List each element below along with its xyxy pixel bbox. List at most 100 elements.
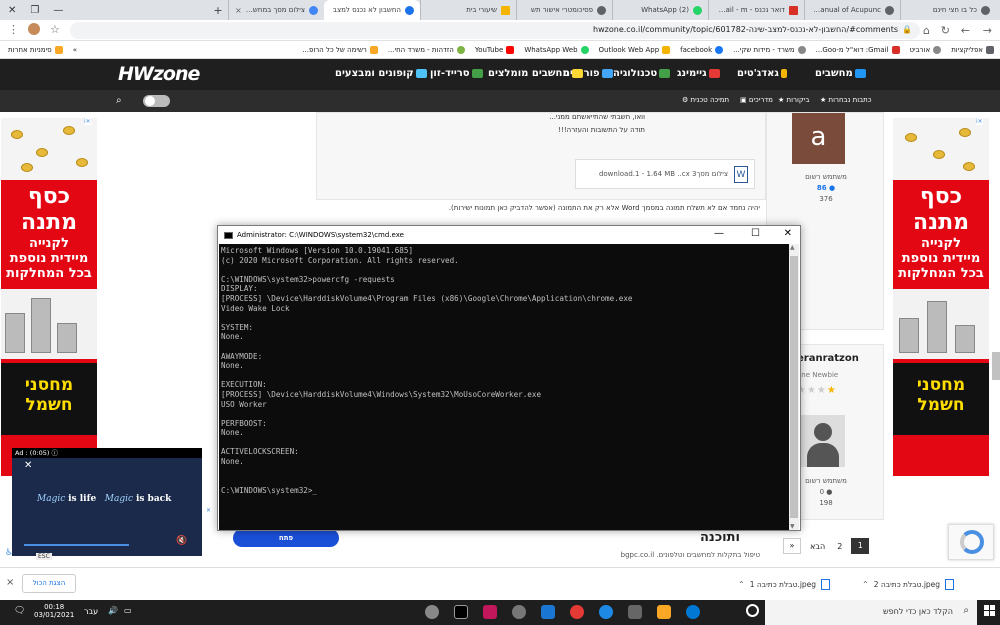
notifications-icon[interactable]: 🗨 — [14, 606, 25, 616]
accessibility-icon[interactable]: ♿ — [5, 548, 13, 558]
bookmark-2[interactable]: Gmail: דוא"ל מ-Goo... — [816, 45, 900, 54]
cmd-maximize-icon[interactable]: ☐ — [751, 228, 760, 239]
tab-3[interactable]: (2) WhatsApp — [612, 0, 708, 20]
file-explorer-icon[interactable] — [657, 605, 671, 619]
author2-avatar[interactable] — [801, 415, 845, 467]
close-downloads-icon[interactable]: × — [6, 577, 14, 588]
last-page-button[interactable]: » — [783, 538, 801, 554]
other-bookmarks[interactable]: סימניות אחרות — [8, 45, 63, 54]
tab-2[interactable]: דואר נכנס - Gmail - m — [708, 0, 804, 20]
attachment[interactable]: צילום מסך3 download.1 - 1.64 MB ..cx W — [575, 159, 755, 189]
ad-choices-icon[interactable]: ✕ — [206, 507, 211, 514]
clock[interactable]: 00:18 03/01/2021 — [34, 603, 74, 619]
profile-avatar[interactable] — [28, 23, 40, 35]
nav-gaming[interactable]: גיימינג — [677, 68, 720, 79]
nav-recommended[interactable]: מחשבים מומלצים — [488, 68, 583, 79]
mute-icon[interactable]: 🔇 — [176, 536, 187, 546]
show-all-button[interactable]: הצגת הכול — [22, 574, 76, 593]
windows-start-icon[interactable] — [984, 605, 996, 617]
video-ad[interactable]: ✕ Magic is life Magic is back 🔇 — [12, 458, 202, 556]
bookmark-8[interactable]: הזדהות - משרד החי... — [388, 45, 465, 54]
scroll-down-icon[interactable]: ▼ — [790, 523, 795, 530]
search-icon[interactable]: ⌕ — [116, 95, 122, 106]
esc-key[interactable]: ESC — [36, 553, 52, 560]
close-window-icon[interactable]: ✕ — [8, 5, 16, 16]
nav2-reviews[interactable]: ★ ביקורות — [778, 96, 809, 104]
download-item-1[interactable]: ⌃ טבלת כתיבה 1.jpeg — [738, 572, 831, 597]
mail-icon[interactable] — [541, 605, 555, 619]
dark-mode-toggle[interactable] — [143, 95, 170, 107]
keyboard-language[interactable]: עבר — [84, 607, 98, 616]
nav2-support[interactable]: ⚙ תמיכה טכנית — [682, 96, 729, 104]
tab-0[interactable]: כל בו חצי חינם — [900, 0, 996, 20]
bookmark-4[interactable]: facebook — [680, 45, 724, 54]
tab-7[interactable]: צילום מסך במחשב - ...× — [228, 0, 324, 20]
ad-choices-icon[interactable]: i✕ — [976, 118, 983, 125]
volume-icon[interactable]: 🔊 — [108, 606, 118, 615]
bookmark-9[interactable]: רשימה של כל הרופ... — [302, 45, 378, 54]
nav-trade[interactable]: סרייד-זון — [430, 68, 483, 79]
new-tab-button[interactable]: + — [208, 0, 228, 20]
chrome-icon[interactable] — [570, 605, 584, 619]
app-icon[interactable] — [425, 605, 439, 619]
forward-icon[interactable]: ← — [961, 24, 970, 37]
open-button[interactable]: פתח — [233, 529, 339, 547]
bookmark-1[interactable]: אורביט — [910, 45, 942, 54]
nav2-selected[interactable]: ★ כתבות נבחרות — [820, 96, 871, 104]
ie-icon[interactable] — [599, 605, 613, 619]
tab-1[interactable]: A Manual of Acupunc — [804, 0, 900, 20]
cmd-titlebar[interactable]: Administrator: C:\WINDOWS\system32\cmd.e… — [218, 226, 800, 244]
recaptcha-badge[interactable] — [948, 524, 994, 560]
taskbar-search[interactable]: ⌕ הקלד כאן כדי לחפש — [765, 600, 977, 625]
page-1-button[interactable]: 1 — [851, 538, 870, 554]
minimize-icon[interactable]: — — [53, 5, 63, 16]
cmd-close-icon[interactable]: ✕ — [784, 228, 792, 239]
bookmark-star-icon[interactable]: ☆ — [50, 23, 60, 36]
cmd-console[interactable]: Microsoft Windows [Version 10.0.19041.68… — [219, 244, 790, 530]
reload-icon[interactable]: ↻ — [941, 24, 950, 37]
bookmark-6[interactable]: WhatsApp Web — [524, 45, 589, 54]
download-item-0[interactable]: ⌃ טבלת כתיבה 2.jpeg — [862, 572, 955, 597]
tab-active[interactable]: החשבון לא נכנס למצב — [324, 0, 420, 20]
scroll-up-icon[interactable]: ▲ — [790, 244, 795, 251]
bookmark-5[interactable]: Outlook Web App — [599, 45, 671, 54]
site-logo[interactable]: HWzone — [118, 63, 200, 85]
bookmark-7[interactable]: YouTube — [475, 45, 515, 54]
network-icon[interactable]: ▭ — [124, 606, 132, 615]
chevron-up-icon[interactable]: ⌃ — [738, 580, 745, 589]
chevron-up-icon[interactable]: ⌃ — [862, 580, 869, 589]
page-2-button[interactable]: 2 — [834, 542, 845, 551]
tab-5[interactable]: שיעורי בית — [420, 0, 516, 20]
left-ad-banner[interactable]: כסף מתנה לקנייה מיידית נוספת בכל המחלקות… — [1, 118, 97, 476]
next-page-button[interactable]: הבא — [807, 542, 828, 551]
page-scrollbar-thumb[interactable] — [992, 352, 1000, 380]
cmd-scrollbar[interactable]: ▲ ▼ — [789, 244, 799, 530]
nav-technology[interactable]: טכנולוגיה — [613, 68, 671, 79]
edge-icon[interactable] — [686, 605, 700, 619]
right-ad-banner[interactable]: כסף מתנה לקנייה מיידית נוספת בכל המחלקות… — [893, 118, 989, 476]
nav-computers[interactable]: מחשבים — [815, 68, 866, 79]
home-icon[interactable]: ⌂ — [923, 24, 930, 37]
back-icon[interactable]: → — [983, 24, 992, 37]
close-ad-icon[interactable]: ✕ — [24, 460, 32, 471]
bookmark-apps[interactable]: אפליקציות — [951, 45, 994, 54]
cmd-window[interactable]: Administrator: C:\WINDOWS\system32\cmd.e… — [217, 225, 801, 531]
nav2-guides[interactable]: ▣ מדריכים — [740, 96, 773, 104]
bookmarks-more[interactable]: » — [73, 46, 77, 54]
menu-icon[interactable]: ⋮ — [8, 23, 19, 36]
settings-icon[interactable] — [512, 605, 526, 619]
address-bar[interactable]: 🔒 hwzone.co.il/community/topic/601782-הח… — [70, 22, 920, 39]
cortana-icon[interactable] — [746, 604, 759, 617]
store-icon[interactable] — [628, 605, 642, 619]
author-avatar[interactable]: a — [792, 113, 845, 164]
close-tab-icon[interactable]: × — [235, 6, 242, 15]
cmd-taskbar-icon[interactable] — [454, 605, 468, 619]
author2-name[interactable]: eranratzon — [797, 353, 859, 364]
nav-coupons[interactable]: קופונים ומבצעים — [335, 68, 427, 79]
tab-4[interactable]: פסיכומטרי אישור תש — [516, 0, 612, 20]
maximize-icon[interactable]: ❐ — [30, 5, 39, 16]
cmd-minimize-icon[interactable]: — — [714, 228, 724, 239]
app-icon[interactable] — [483, 605, 497, 619]
cmd-scroll-thumb[interactable] — [790, 256, 798, 518]
ad-choices-icon[interactable]: i✕ — [84, 118, 91, 125]
